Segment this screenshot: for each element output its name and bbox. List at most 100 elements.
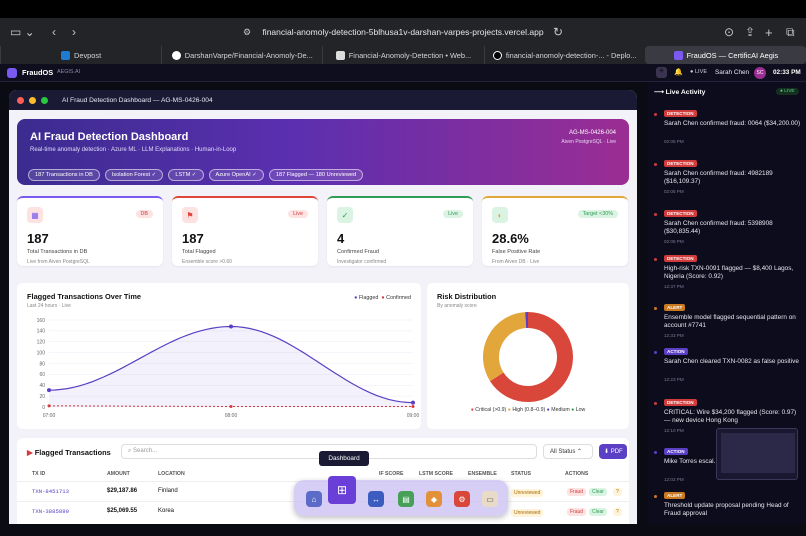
share-icon[interactable]: ⇪: [745, 24, 755, 40]
tab-overview-icon[interactable]: ⧉: [786, 24, 795, 40]
line-chart-panel: Flagged Transactions Over Time Last 24 h…: [17, 283, 421, 429]
forward-icon[interactable]: ›: [72, 24, 76, 40]
pill-flagged: 187 Flagged — 180 Unreviewed: [269, 169, 363, 181]
grid-icon: ▦: [27, 207, 43, 223]
activity-item[interactable]: ACTIONSarah Chen cleared TXN-0082 as fal…: [654, 348, 804, 392]
brand-name: FraudOS: [22, 68, 53, 77]
stat-card-flagged: ⚑ Live 187 Total Flagged Ensemble score …: [172, 196, 318, 266]
diamond-icon[interactable]: ◆: [426, 491, 442, 507]
avatar[interactable]: SC: [754, 67, 766, 79]
pdf-button[interactable]: ⬇ PDF: [599, 444, 627, 459]
dashboard-icon[interactable]: ⊞: [328, 476, 356, 504]
activity-dot: [654, 451, 657, 454]
y-tick-label: 120: [37, 340, 46, 346]
hero-subtitle: Real-time anomaly detection · Azure ML ·…: [30, 147, 236, 153]
theme-icon[interactable]: ☀: [656, 67, 667, 78]
activity-time: 02:05 PM: [664, 139, 684, 144]
activity-text: High-risk TXN-0091 flagged — $8,400 Lago…: [664, 265, 802, 282]
status-badge: Unreviewed: [511, 489, 543, 497]
clear-button[interactable]: Clear: [589, 508, 607, 516]
tx-id[interactable]: TXN-3885890: [32, 508, 69, 515]
status-select[interactable]: All Status ⌃: [543, 444, 593, 459]
escalate-button[interactable]: ?: [613, 488, 622, 496]
hero-source: Aiven PostgreSQL · Live: [561, 139, 616, 145]
donut-legend: ● Critical (>0.9) ● High (0.8–0.9) ● Med…: [427, 407, 629, 413]
activity-type: ALERT: [664, 492, 685, 499]
card-sub: Investigator confirmed: [337, 259, 386, 265]
flagged-point: [229, 325, 233, 329]
fraud-button[interactable]: Fraud: [567, 508, 586, 516]
minimize-button[interactable]: [29, 97, 36, 104]
x-tick-label: 09:00: [407, 413, 420, 419]
y-tick-label: 60: [39, 372, 45, 378]
sidebar-toggle-icon[interactable]: ▭ ⌄: [10, 24, 35, 40]
preview-thumbnail[interactable]: [716, 428, 798, 480]
activity-dot: [654, 213, 657, 216]
close-button[interactable]: [17, 97, 24, 104]
pinwheel-icon: [336, 51, 345, 60]
activity-text: Sarah Chen confirmed fraud: 4982189 ($16…: [664, 170, 802, 187]
activity-item[interactable]: DETECTIONHigh-risk TXN-0091 flagged — $8…: [654, 255, 804, 299]
tab-fraudos[interactable]: FraudOS — CertificAI Aegis: [645, 46, 806, 64]
flag-icon: ⚑: [182, 207, 198, 223]
stat-card-false-positive: ◐ Target <30% 28.6% False Positive Rate …: [482, 196, 628, 266]
line-chart: 02040608010012014016007:0008:0009:00: [17, 283, 421, 429]
pill-openai: Azure OpenAI ✓: [209, 169, 264, 181]
fraudos-logo-icon: [7, 68, 17, 78]
transfer-icon[interactable]: ↔: [368, 491, 384, 507]
tab-web[interactable]: Financial-Anomoly-Detection • Web...: [322, 46, 483, 64]
clear-button[interactable]: Clear: [589, 488, 607, 496]
devpost-icon: [61, 51, 70, 60]
activity-time: 02:05 PM: [664, 239, 684, 244]
clipboard-icon[interactable]: ▭: [482, 491, 498, 507]
card-badge: Live: [443, 210, 463, 218]
activity-item[interactable]: DETECTIONSarah Chen confirmed fraud: 498…: [654, 160, 804, 204]
escalate-button[interactable]: ?: [613, 508, 622, 516]
y-tick-label: 20: [39, 394, 45, 400]
pill-lstm: LSTM ✓: [168, 169, 203, 181]
reload-icon[interactable]: ↻: [553, 24, 563, 40]
tx-amount: $29,187.86: [107, 488, 137, 494]
tx-id[interactable]: TXN-8451713: [32, 488, 69, 495]
activity-type: DETECTION: [664, 399, 697, 406]
home-icon[interactable]: ⌂: [306, 491, 322, 507]
card-value: 187: [182, 231, 204, 246]
legend-high: High (0.8–0.9): [512, 407, 545, 413]
pill-transactions: 187 Transactions in DB: [28, 169, 100, 181]
user-name[interactable]: Sarah Chen: [715, 69, 749, 76]
activity-dot: [654, 307, 657, 310]
activity-item[interactable]: DETECTIONSarah Chen confirmed fraud: 006…: [654, 110, 804, 154]
back-icon[interactable]: ‹: [52, 24, 56, 40]
download-icon[interactable]: ⊙: [724, 24, 734, 40]
activity-item[interactable]: ALERTThreshold update proposal pending H…: [654, 492, 804, 536]
card-sub: Live from Aiven PostgreSQL: [27, 259, 90, 265]
activity-time: 12:37 PM: [664, 284, 684, 289]
tab-deploy[interactable]: financial-anomoly-detection-... - Deplo.…: [484, 46, 645, 64]
activity-text: Sarah Chen confirmed fraud: 5398908 ($30…: [664, 220, 802, 237]
card-value: 28.6%: [492, 231, 529, 246]
card-label: False Positive Rate: [492, 249, 540, 255]
column-header: ENSEMBLE: [468, 471, 497, 477]
tx-amount: $25,069.55: [107, 508, 137, 514]
window-titlebar: AI Fraud Detection Dashboard — AG-MS-042…: [9, 90, 637, 110]
live-activity-title: ⟶ Live Activity: [654, 88, 705, 96]
activity-dot: [654, 163, 657, 166]
new-tab-icon[interactable]: +: [765, 24, 773, 40]
activity-item[interactable]: DETECTIONSarah Chen confirmed fraud: 539…: [654, 210, 804, 254]
settings-icon[interactable]: ⚙: [454, 491, 470, 507]
card-label: Confirmed Fraud: [337, 249, 379, 255]
address-bar[interactable]: financial-anomoly-detection-5blhusa1v-da…: [238, 23, 568, 41]
tab-devpost[interactable]: Devpost: [0, 46, 161, 64]
maximize-button[interactable]: [41, 97, 48, 104]
column-header: ACTIONS: [565, 471, 588, 477]
activity-text: Ensemble model flagged sequential patter…: [664, 314, 802, 331]
activity-dot: [654, 351, 657, 354]
activity-item[interactable]: ALERTEnsemble model flagged sequential p…: [654, 304, 804, 348]
card-value: 187: [27, 231, 49, 246]
column-header: STATUS: [511, 471, 531, 477]
bell-icon[interactable]: 🔔: [674, 68, 683, 76]
tab-github[interactable]: DarshanVarpe/Financial-Anomoly-De...: [161, 46, 322, 64]
fraud-button[interactable]: Fraud: [567, 488, 586, 496]
legend-dot-medium: ●: [547, 407, 550, 413]
document-icon[interactable]: ▤: [398, 491, 414, 507]
